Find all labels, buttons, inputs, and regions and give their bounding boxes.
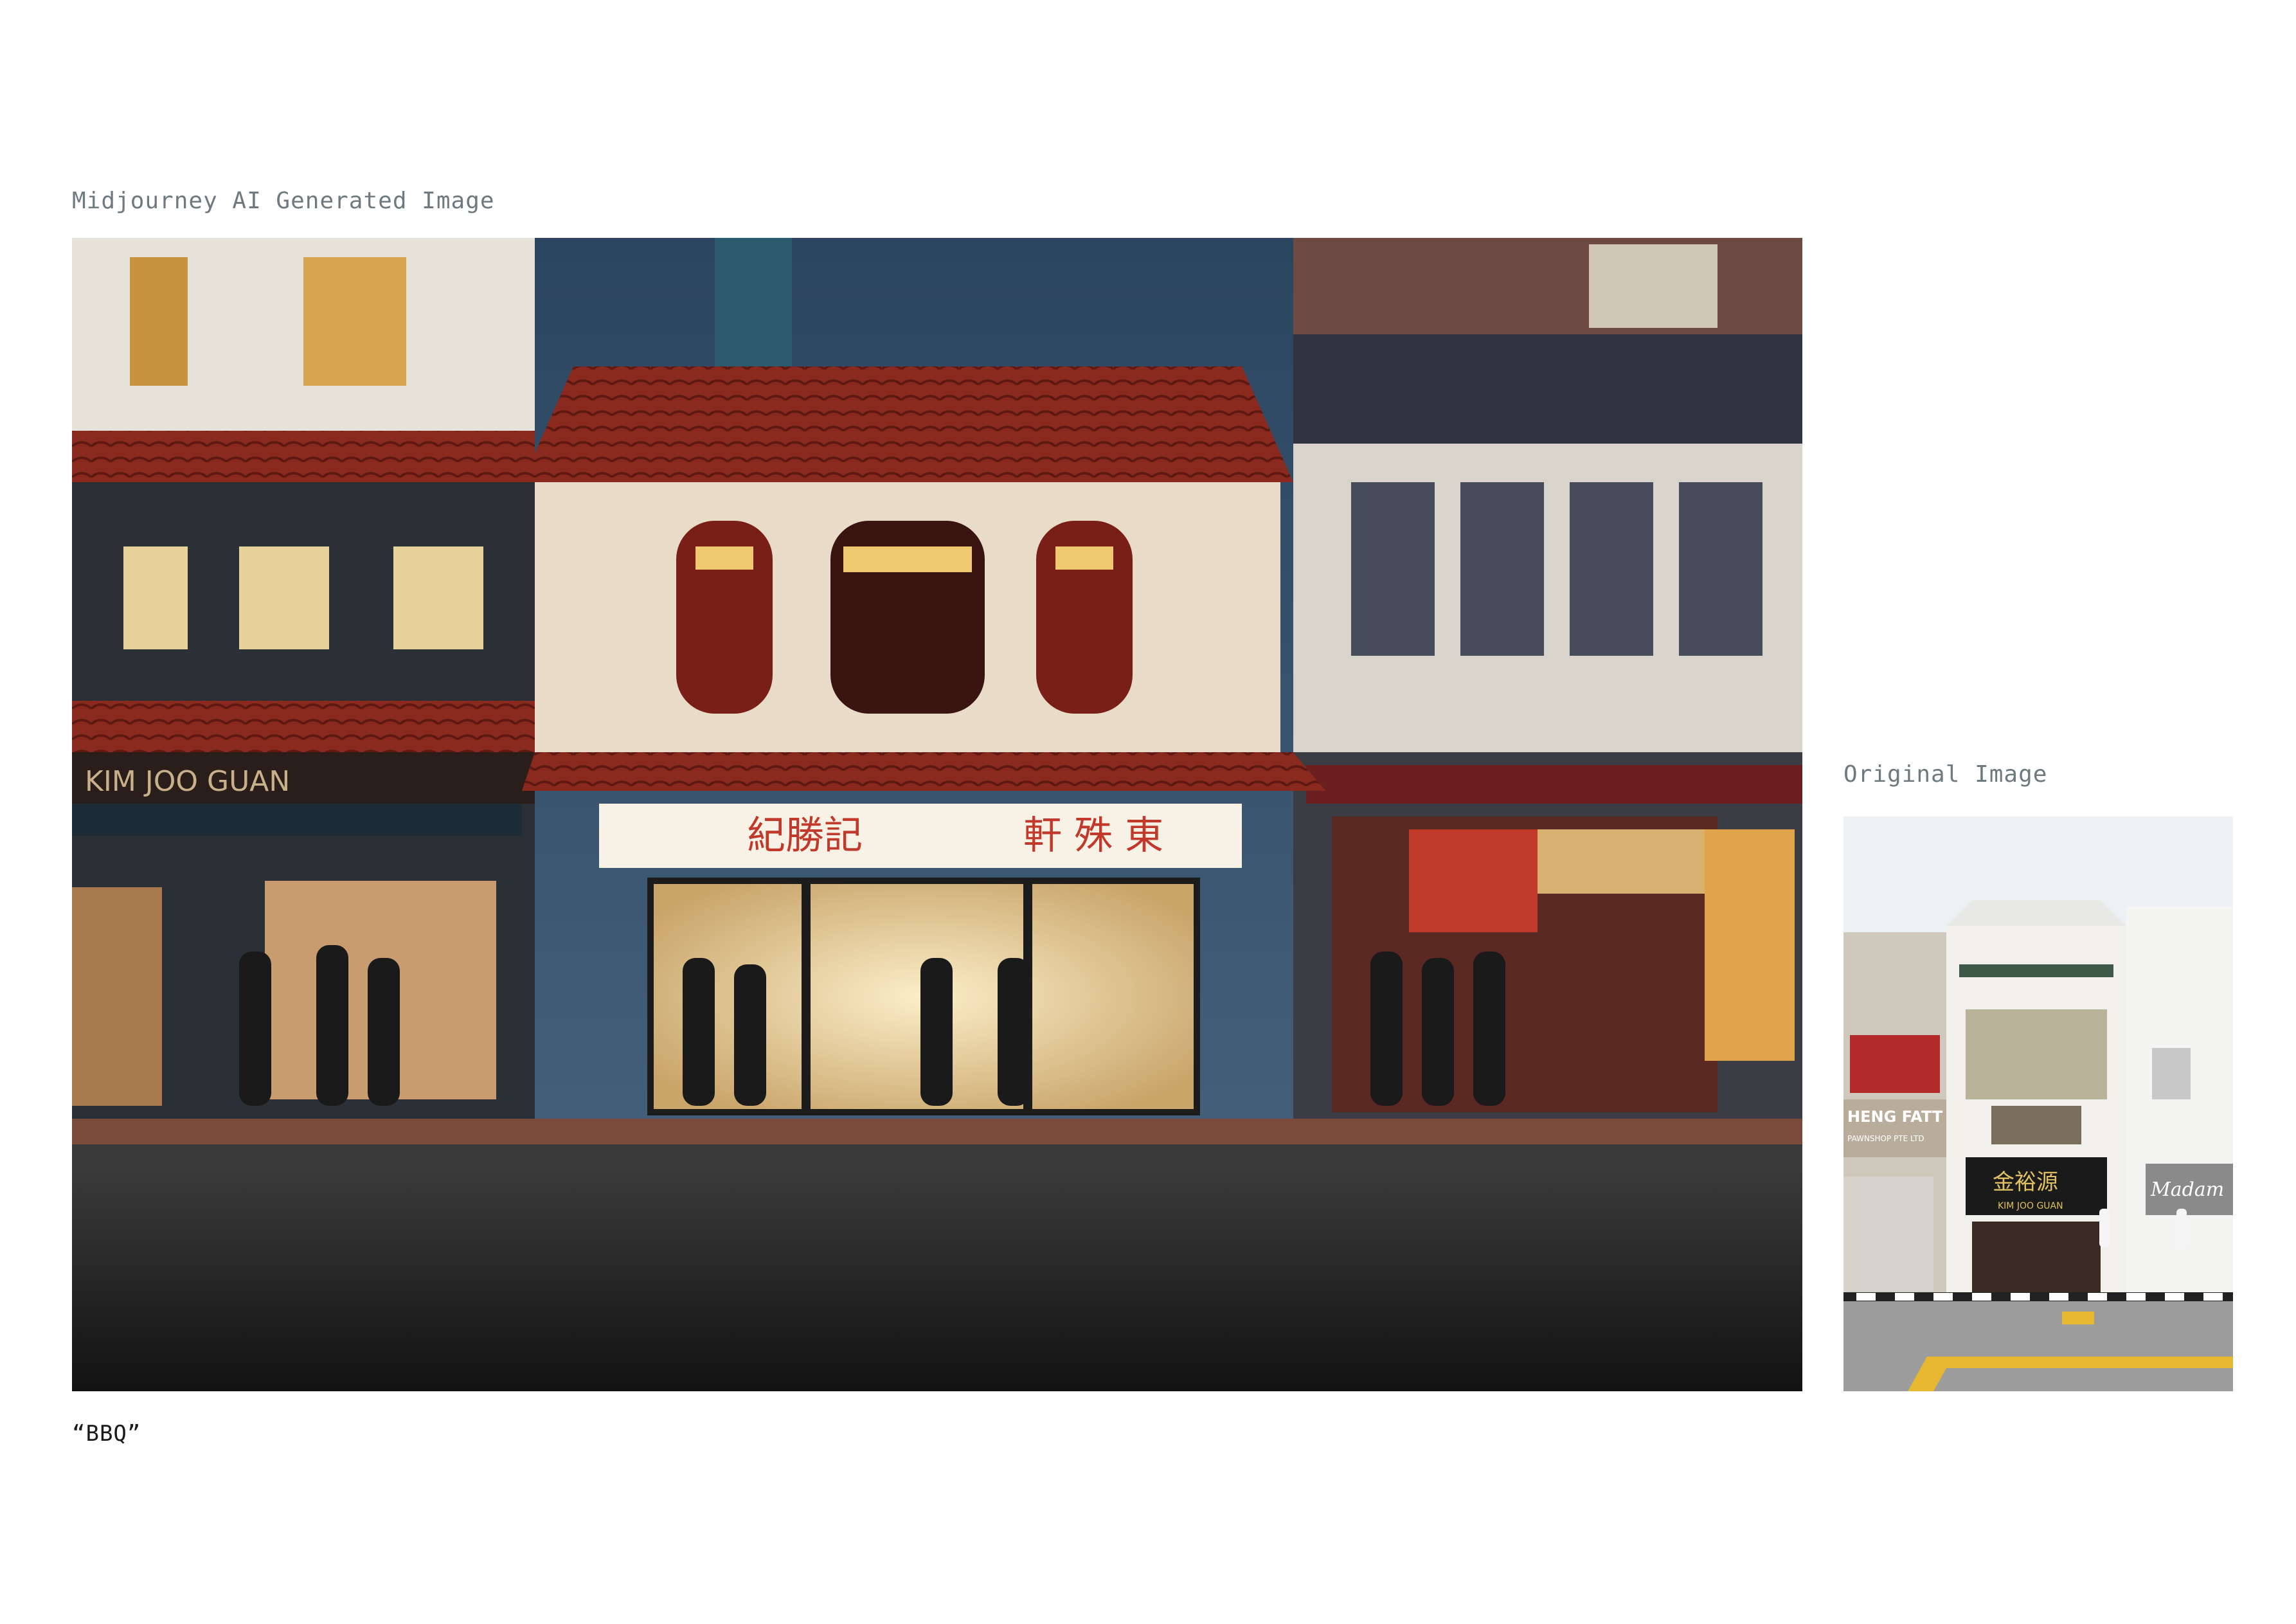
generated-image-label: Midjourney AI Generated Image — [72, 188, 495, 214]
left-shop-sign: KIM JOO GUAN — [85, 765, 290, 798]
background-tower — [715, 238, 792, 366]
signboard-right-text: 軒 殊 東 — [1023, 813, 1163, 858]
original-center-sign-en: KIM JOO GUAN — [1998, 1201, 2063, 1211]
original-scene: HENG FATT PAWNSHOP PTE LTD 金裕源 KIM JOO G… — [1843, 817, 2233, 1391]
sidewalk — [72, 1119, 1802, 1144]
original-pedestrian — [2099, 1209, 2110, 1247]
generated-scene: 紀勝記 軒 殊 東 KIM JOO GUAN — [72, 238, 1802, 1391]
original-left-sign-sub: PAWNSHOP PTE LTD — [1847, 1134, 1924, 1143]
original-image: HENG FATT PAWNSHOP PTE LTD 金裕源 KIM JOO G… — [1843, 817, 2233, 1391]
original-road — [1843, 1301, 2233, 1391]
original-image-label: Original Image — [1843, 761, 2048, 788]
prompt-caption: “BBQ” — [72, 1421, 141, 1447]
road — [72, 1170, 1802, 1391]
original-right-sign: Madam — [2150, 1178, 2224, 1201]
signboard-left-text: 紀勝記 — [747, 813, 863, 858]
original-pedestrian — [2176, 1209, 2187, 1247]
central-roof — [522, 366, 1293, 482]
original-left-sign: HENG FATT — [1847, 1108, 1943, 1126]
generated-image: 紀勝記 軒 殊 東 KIM JOO GUAN — [72, 238, 1802, 1391]
shop-awning — [522, 752, 1325, 791]
original-center-sign-cn: 金裕源 — [1993, 1169, 2058, 1195]
